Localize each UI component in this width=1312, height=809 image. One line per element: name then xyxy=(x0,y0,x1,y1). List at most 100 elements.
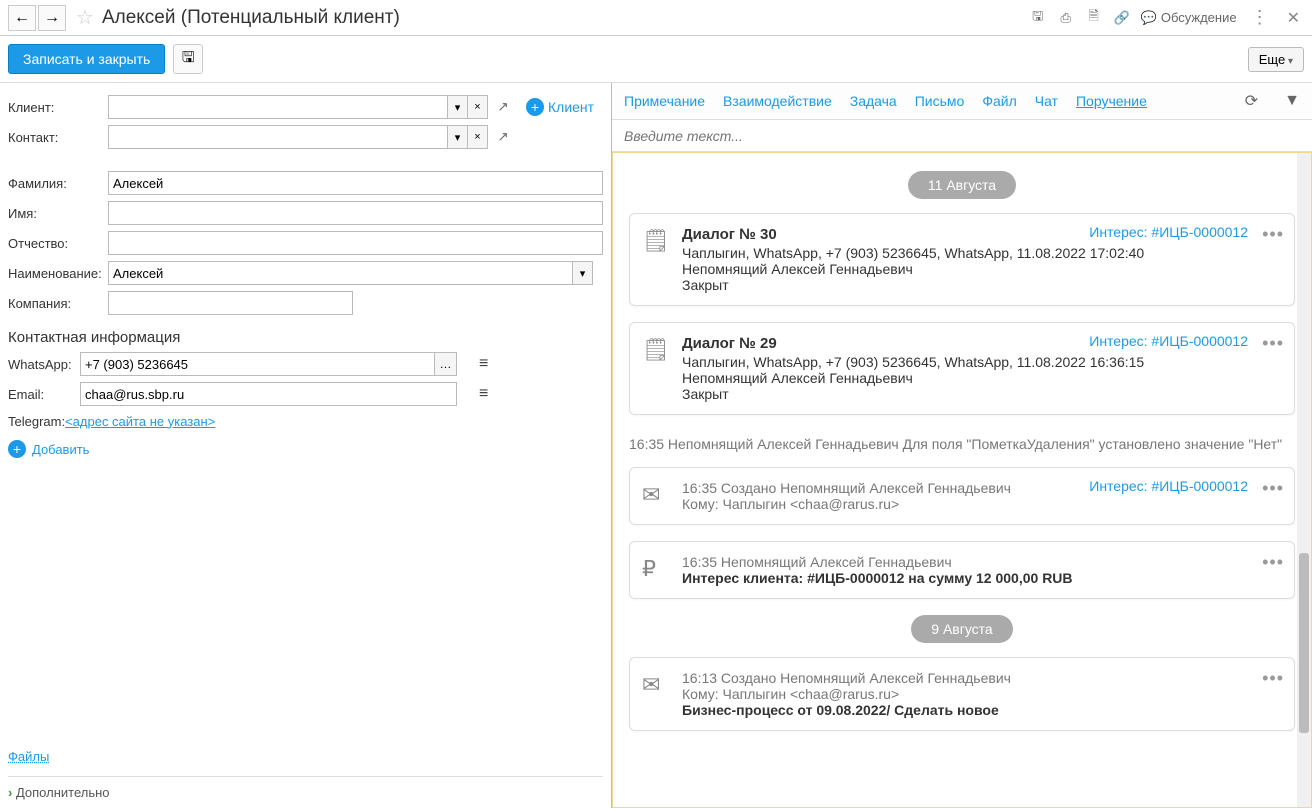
card-menu[interactable]: ••• xyxy=(1262,224,1284,245)
name-field[interactable] xyxy=(108,261,573,285)
card-line: Кому: Чаплыгин <chaa@rarus.ru> xyxy=(682,686,1280,702)
plus-icon: + xyxy=(8,440,26,458)
firstname-label: Имя: xyxy=(8,206,108,221)
card-line: Бизнес-процесс от 09.08.2022/ Сделать но… xyxy=(682,702,1280,718)
card-line: Непомнящий Алексей Геннадьевич xyxy=(682,261,1280,277)
activity-pane: Примечание Взаимодействие Задача Письмо … xyxy=(612,83,1312,808)
mail-icon: ✉ xyxy=(642,672,660,698)
client-field[interactable] xyxy=(108,95,448,119)
save-close-button[interactable]: Записать и закрыть xyxy=(8,44,165,74)
nav-forward-button[interactable]: → xyxy=(38,5,66,31)
whatsapp-menu-icon[interactable]: ≡ xyxy=(479,355,488,373)
activity-tabs: Примечание Взаимодействие Задача Письмо … xyxy=(612,83,1312,120)
mail-card: ✉ Интерес: #ИЦБ-0000012 ••• 16:35 Создан… xyxy=(629,467,1295,525)
more-button[interactable]: Еще xyxy=(1248,47,1304,72)
ruble-icon: ₽ xyxy=(642,556,656,582)
feed-scrollbar[interactable] xyxy=(1297,153,1311,807)
save-button[interactable]: 🖫 xyxy=(173,44,203,74)
telegram-placeholder-link[interactable]: <адрес сайта не указан> xyxy=(65,414,442,429)
dialog-card: 🗒 Интерес: #ИЦБ-0000012 ••• Диалог № 29 … xyxy=(629,322,1295,415)
print-icon[interactable]: ⎙ xyxy=(1057,9,1075,27)
client-label: Клиент: xyxy=(8,100,108,115)
client-open-icon[interactable]: ↗ xyxy=(492,95,514,119)
close-button[interactable]: ✕ xyxy=(1283,8,1304,28)
lastname-label: Фамилия: xyxy=(8,176,108,191)
card-line: 16:13 Создано Непомнящий Алексей Геннадь… xyxy=(682,670,1280,686)
client-dropdown[interactable]: ▾ xyxy=(448,95,468,119)
window-title: Алексей (Потенциальный клиент) xyxy=(102,7,1029,29)
action-bar: Записать и закрыть 🖫 Еще xyxy=(0,36,1312,83)
filter-icon[interactable]: ▼ xyxy=(1284,92,1300,110)
name-dropdown[interactable]: ▾ xyxy=(573,261,593,285)
whatsapp-options[interactable]: … xyxy=(435,352,457,376)
tab-note[interactable]: Примечание xyxy=(624,93,705,109)
log-entry: 16:35 Непомнящий Алексей Геннадьевич Для… xyxy=(629,431,1295,467)
refresh-icon[interactable]: ⟳ xyxy=(1245,91,1258,111)
company-label: Компания: xyxy=(8,296,108,311)
mail-card: ✉ ••• 16:13 Создано Непомнящий Алексей Г… xyxy=(629,657,1295,731)
discuss-button[interactable]: 💬 Обсуждение xyxy=(1141,10,1237,26)
link-icon[interactable]: 🔗 xyxy=(1113,9,1131,27)
contact-label: Контакт: xyxy=(8,130,108,145)
patronymic-label: Отчество: xyxy=(8,236,108,251)
client-create-button[interactable]: + Клиент xyxy=(526,98,594,116)
plus-icon: + xyxy=(526,98,544,116)
contact-dropdown[interactable]: ▾ xyxy=(448,125,468,149)
card-menu[interactable]: ••• xyxy=(1262,552,1284,573)
card-line: Интерес клиента: #ИЦБ-0000012 на сумму 1… xyxy=(682,570,1280,586)
whatsapp-label: WhatsApp: xyxy=(8,357,80,372)
firstname-field[interactable] xyxy=(108,201,603,225)
add-contact-button[interactable]: + Добавить xyxy=(8,440,603,458)
date-separator: 9 Августа xyxy=(911,615,1012,643)
interest-link[interactable]: Интерес: #ИЦБ-0000012 xyxy=(1089,333,1248,349)
card-line: Кому: Чаплыгин <chaa@rarus.ru> xyxy=(682,496,1280,512)
email-field[interactable] xyxy=(80,382,457,406)
chat-icon: 💬 xyxy=(1141,10,1157,26)
lastname-field[interactable] xyxy=(108,171,603,195)
card-menu[interactable]: ••• xyxy=(1262,478,1284,499)
files-link[interactable]: Файлы xyxy=(8,749,49,764)
tab-letter[interactable]: Письмо xyxy=(915,93,965,109)
interest-link[interactable]: Интерес: #ИЦБ-0000012 xyxy=(1089,478,1248,494)
contact-clear[interactable]: × xyxy=(468,125,488,149)
card-line: Закрыт xyxy=(682,277,1280,293)
card-line: Чаплыгин, WhatsApp, +7 (903) 5236645, Wh… xyxy=(682,245,1280,261)
dialog-icon: 🗒 xyxy=(642,228,670,254)
tab-chat[interactable]: Чат xyxy=(1035,93,1058,109)
client-clear[interactable]: × xyxy=(468,95,488,119)
card-line: Непомнящий Алексей Геннадьевич xyxy=(682,370,1280,386)
form-pane: Клиент: ▾ × ↗ + Клиент Контакт: ▾ × ↗ Фа… xyxy=(0,83,612,808)
date-separator: 11 Августа xyxy=(908,171,1016,199)
dialog-card: 🗒 Интерес: #ИЦБ-0000012 ••• Диалог № 30 … xyxy=(629,213,1295,306)
card-menu[interactable]: ••• xyxy=(1262,333,1284,354)
activity-feed: 11 Августа 🗒 Интерес: #ИЦБ-0000012 ••• Д… xyxy=(612,152,1312,808)
kebab-menu[interactable]: ⋮ xyxy=(1247,7,1273,28)
dialog-icon: 🗒 xyxy=(642,337,670,363)
contact-field[interactable] xyxy=(108,125,448,149)
patronymic-field[interactable] xyxy=(108,231,603,255)
email-label: Email: xyxy=(8,387,80,402)
company-field[interactable] xyxy=(108,291,353,315)
telegram-label: Telegram: xyxy=(8,414,65,429)
card-menu[interactable]: ••• xyxy=(1262,668,1284,689)
note-input[interactable] xyxy=(612,120,1312,152)
contact-open-icon[interactable]: ↗ xyxy=(492,125,514,149)
report-icon[interactable]: 🗎 xyxy=(1085,9,1103,27)
tab-task[interactable]: Задача xyxy=(850,93,897,109)
nav-back-button[interactable]: ← xyxy=(8,5,36,31)
favorite-star-icon[interactable]: ☆ xyxy=(76,5,94,30)
whatsapp-field[interactable] xyxy=(80,352,435,376)
mail-icon: ✉ xyxy=(642,482,660,508)
tab-interaction[interactable]: Взаимодействие xyxy=(723,93,832,109)
tab-file[interactable]: Файл xyxy=(982,93,1016,109)
save-icon[interactable]: 🖫 xyxy=(1029,9,1047,27)
contact-info-header: Контактная информация xyxy=(8,329,603,346)
interest-link[interactable]: Интерес: #ИЦБ-0000012 xyxy=(1089,224,1248,240)
tab-order[interactable]: Поручение xyxy=(1076,93,1147,109)
additional-toggle[interactable]: Дополнительно xyxy=(8,776,603,800)
card-line: Закрыт xyxy=(682,386,1280,402)
email-menu-icon[interactable]: ≡ xyxy=(479,385,488,403)
interest-card: ₽ ••• 16:35 Непомнящий Алексей Геннадьев… xyxy=(629,541,1295,599)
topbar: ← → ☆ Алексей (Потенциальный клиент) 🖫 ⎙… xyxy=(0,0,1312,36)
card-line: Чаплыгин, WhatsApp, +7 (903) 5236645, Wh… xyxy=(682,354,1280,370)
